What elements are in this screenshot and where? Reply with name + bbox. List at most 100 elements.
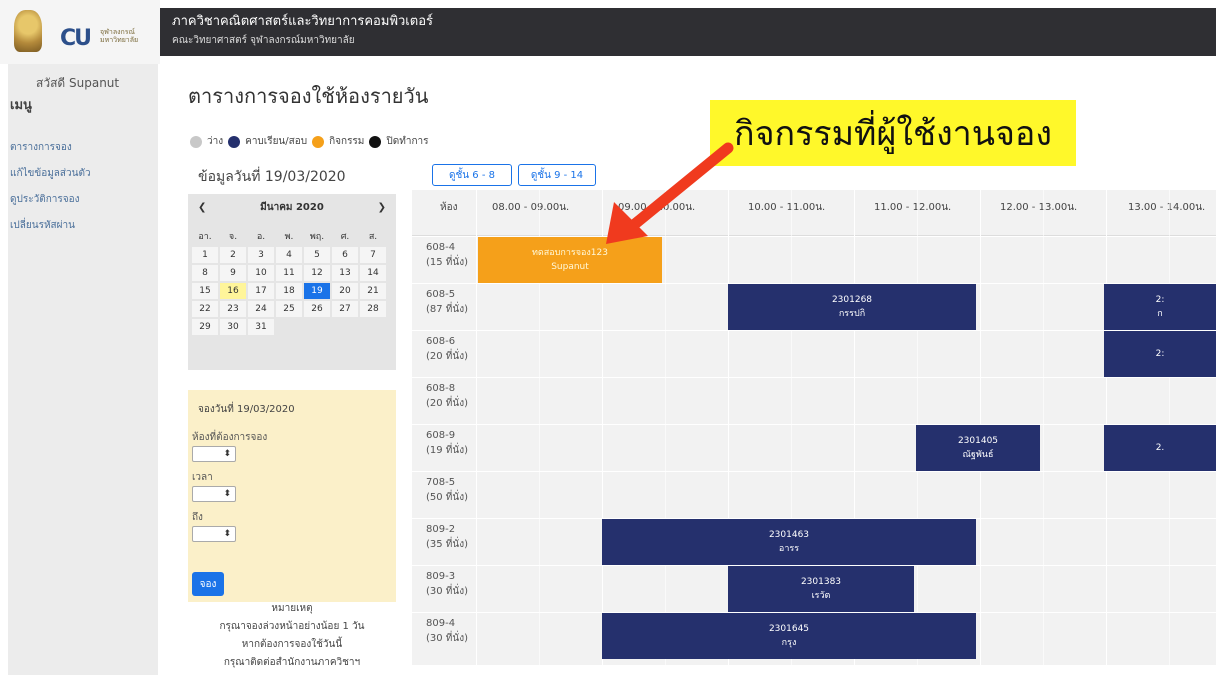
calendar-day[interactable]: 30 (220, 319, 246, 335)
department-name: ภาควิชาคณิตศาสตร์และวิทยาการคอมพิวเตอร์ (172, 14, 433, 29)
room-label: ห้องที่ต้องการจอง (192, 432, 268, 443)
booking-code: 2301645 (768, 624, 810, 634)
calendar-day[interactable]: 7 (360, 247, 386, 263)
calendar-day[interactable]: 20 (332, 283, 358, 299)
calendar-day[interactable]: 31 (248, 319, 274, 335)
annotation-callout: กิจกรรมที่ผู้ใช้งานจอง (710, 100, 1076, 166)
calendar-week: 8 9 10 11 12 13 14 (192, 264, 392, 282)
calendar-day[interactable]: 6 (332, 247, 358, 263)
calendar-day[interactable]: 11 (276, 265, 302, 281)
sidebar-item-booking-table[interactable]: ตารางการจอง (10, 140, 72, 155)
calendar-day[interactable]: 17 (248, 283, 274, 299)
book-button[interactable]: จอง (192, 572, 224, 596)
start-time-select[interactable]: ⬍ (192, 486, 236, 502)
room-seats: (15 ที่นั่ง) (426, 257, 469, 268)
legend-available-dot (190, 135, 202, 148)
next-month-icon[interactable]: ❯ (378, 202, 386, 213)
weekday-label: พฤ. (309, 232, 325, 242)
time-slot-header: 13.00 - 14.00น. (1128, 202, 1206, 213)
class-booking[interactable]: 2301383 เรวัต (728, 566, 914, 612)
floor-9-14-button[interactable]: ดูชั้น 9 - 14 (518, 164, 596, 186)
calendar-day[interactable]: 27 (332, 301, 358, 317)
time-slot-header: 12.00 - 13.00น. (1000, 202, 1078, 213)
booking-code: 2. (1155, 443, 1165, 453)
room-label: 608-8 (20 ที่นั่ง) (412, 377, 476, 423)
calendar-day[interactable]: 8 (192, 265, 218, 281)
calendar-day[interactable]: 25 (276, 301, 302, 317)
crest-icon (14, 10, 42, 52)
room-name: 809-3 (426, 571, 456, 582)
calendar-day[interactable]: 4 (276, 247, 302, 263)
note: หมายเหตุ กรุณาจองล่วงหน้าอย่างน้อย 1 วัน… (188, 600, 396, 672)
note-title: หมายเหตุ (271, 603, 313, 614)
date-info: ข้อมูลวันที่ 19/03/2020 (198, 169, 346, 185)
calendar-day[interactable]: 29 (192, 319, 218, 335)
room-seats: (30 ที่นั่ง) (426, 633, 469, 644)
room-label: 809-3 (30 ที่นั่ง) (412, 565, 476, 611)
weekday-label: อา. (198, 232, 212, 242)
room-name: 608-4 (426, 242, 456, 253)
calendar-day[interactable]: 1 (192, 247, 218, 263)
class-booking[interactable]: 2301268 กรรปกิ (728, 284, 976, 330)
calendar-day[interactable]: 14 (360, 265, 386, 281)
class-booking[interactable]: 2301463 อารร (602, 519, 976, 565)
grid-line (412, 471, 1216, 472)
sidebar-item-edit-profile[interactable]: แก้ไขข้อมูลส่วนตัว (10, 166, 91, 181)
calendar-day[interactable]: 2 (220, 247, 246, 263)
calendar-day[interactable]: 19 (304, 283, 330, 299)
room-select[interactable]: ⬍ (192, 446, 236, 462)
calendar-weekdays: อา. จ. อ. พ. พฤ. ศ. ส. (192, 228, 392, 246)
weekday-label: จ. (228, 232, 238, 242)
sidebar-item-change-password[interactable]: เปลี่ยนรหัสผ่าน (10, 218, 75, 233)
calendar-day[interactable]: 24 (248, 301, 274, 317)
room-label: 608-9 (19 ที่นั่ง) (412, 424, 476, 470)
class-booking[interactable]: 2: (1104, 331, 1216, 377)
floor-6-8-button[interactable]: ดูชั้น 6 - 8 (432, 164, 512, 186)
class-booking[interactable]: 2301405 ณัฐพันธ์ (916, 425, 1040, 471)
room-label: 708-5 (50 ที่นั่ง) (412, 471, 476, 517)
room-column-header: ห้อง (440, 202, 458, 213)
weekday-label: ศ. (340, 232, 350, 242)
university-logo[interactable]: CU จุฬาลงกรณ์ มหาวิทยาลัย (0, 0, 160, 64)
booking-code: 2301268 (831, 295, 873, 305)
weekday-label: พ. (284, 232, 294, 242)
booking-date-label: จองวันที่ 19/03/2020 (198, 404, 295, 415)
room-name: 608-6 (426, 336, 456, 347)
end-time-select[interactable]: ⬍ (192, 526, 236, 542)
calendar-day[interactable]: 23 (220, 301, 246, 317)
calendar-day[interactable]: 16 (220, 283, 246, 299)
calendar-day[interactable]: 21 (360, 283, 386, 299)
calendar-day[interactable]: 10 (248, 265, 274, 281)
menu-title: เมนู (10, 98, 32, 113)
time-slot-header: 11.00 - 12.00น. (874, 202, 952, 213)
room-label: 809-2 (35 ที่นั่ง) (412, 518, 476, 564)
class-booking[interactable]: 2301645 กรุง (602, 613, 976, 659)
note-line: กรุณาจองล่วงหน้าอย่างน้อย 1 วัน (219, 621, 365, 632)
logo-caption: จุฬาลงกรณ์ มหาวิทยาลัย (100, 28, 139, 44)
sidebar-item-booking-history[interactable]: ดูประวัติการจอง (10, 192, 79, 207)
faculty-name: คณะวิทยาศาสตร์ จุฬาลงกรณ์มหาวิทยาลัย (172, 35, 355, 46)
calendar-week: 29 30 31 (192, 318, 392, 336)
weekday-label: ส. (368, 232, 378, 242)
calendar-day[interactable]: 13 (332, 265, 358, 281)
calendar-day[interactable]: 18 (276, 283, 302, 299)
calendar-header: ❮ มีนาคม 2020 ❯ (188, 194, 396, 220)
booking-code: 2: (1155, 349, 1165, 359)
booking-owner: กรุง (781, 638, 797, 648)
calendar-day[interactable]: 9 (220, 265, 246, 281)
class-booking[interactable]: 2: ก (1104, 284, 1216, 330)
prev-month-icon[interactable]: ❮ (198, 202, 206, 213)
class-booking[interactable]: 2. (1104, 425, 1216, 471)
calendar-day[interactable]: 22 (192, 301, 218, 317)
calendar-day[interactable]: 3 (248, 247, 274, 263)
top-header: CU จุฬาลงกรณ์ มหาวิทยาลัย ภาควิชาคณิตศาส… (0, 0, 1216, 64)
greeting: สวัสดี Supanut (36, 76, 120, 90)
calendar-day[interactable]: 26 (304, 301, 330, 317)
calendar-day[interactable]: 5 (304, 247, 330, 263)
grid-line (412, 424, 1216, 425)
calendar-day[interactable]: 15 (192, 283, 218, 299)
booking-code: 2301405 (957, 436, 999, 446)
calendar-day[interactable]: 28 (360, 301, 386, 317)
room-seats: (30 ที่นั่ง) (426, 586, 469, 597)
calendar-day[interactable]: 12 (304, 265, 330, 281)
